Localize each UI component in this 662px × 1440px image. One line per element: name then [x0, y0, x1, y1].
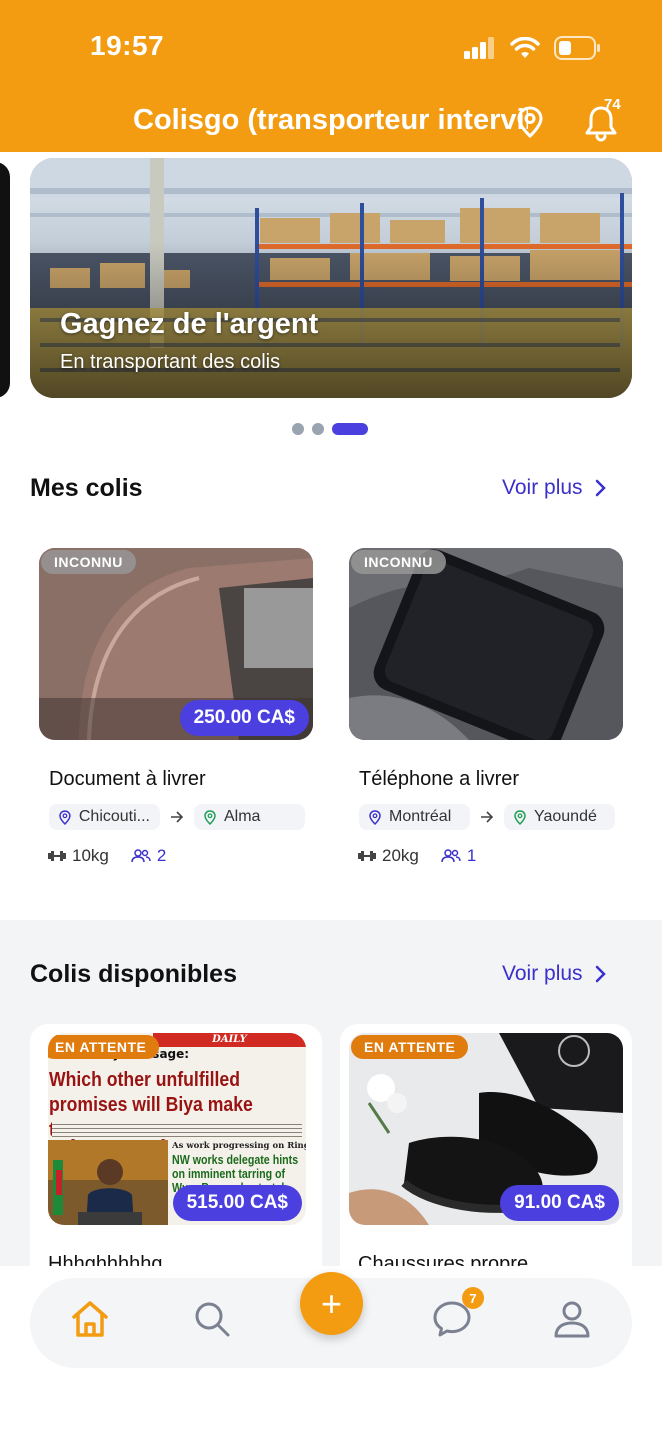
- parcel-card-image[interactable]: INCONNU: [349, 548, 623, 740]
- map-pin-icon: [514, 809, 526, 825]
- nav-search[interactable]: [192, 1299, 232, 1344]
- battery-icon: [554, 36, 600, 60]
- chevron-right-icon: [595, 479, 606, 497]
- map-pin-icon: [369, 809, 381, 825]
- users-icon: [441, 849, 461, 863]
- weight-icon: [358, 851, 376, 861]
- newspaper-side-kicker: As work progressing on Ring Road:: [172, 1141, 306, 1151]
- users-icon: [131, 849, 151, 863]
- add-parcel-button[interactable]: +: [300, 1272, 363, 1335]
- chevron-right-icon: [595, 965, 606, 983]
- parcel-route: Chicouti... Alma: [49, 804, 305, 830]
- search-icon: [195, 1302, 230, 1337]
- available-parcel-image[interactable]: DAILY Youth Day message: Which other unf…: [48, 1033, 306, 1225]
- map-pin-icon: [204, 809, 216, 825]
- parcel-route: Montréal Yaoundé: [359, 804, 615, 830]
- plus-icon: +: [320, 1282, 343, 1324]
- banner-title: Gagnez de l'argent: [60, 308, 319, 340]
- arrow-right-icon: [171, 811, 184, 823]
- price-badge: 91.00 CA$: [500, 1185, 619, 1221]
- travelers-count: 1: [466, 846, 477, 865]
- app-header: 19:57 Colisgo (transporteur interville 7…: [0, 0, 662, 152]
- colis-disponibles-title: Colis disponibles: [30, 960, 237, 988]
- nav-profile[interactable]: [552, 1299, 592, 1344]
- nav-home[interactable]: [70, 1299, 110, 1344]
- parcel-meta: 10kg 2: [48, 846, 166, 866]
- home-icon: [72, 1301, 108, 1337]
- parcel-title[interactable]: Document à livrer: [49, 768, 206, 791]
- weight-icon: [48, 851, 66, 861]
- mes-colis-title: Mes colis: [30, 474, 143, 502]
- status-icons: [464, 36, 600, 60]
- voir-plus-label: Voir plus: [502, 476, 583, 499]
- status-time: 19:57: [90, 30, 165, 61]
- status-badge: INCONNU: [351, 550, 446, 574]
- carousel-dot[interactable]: [312, 423, 324, 435]
- price-badge: 515.00 CA$: [172, 1185, 302, 1221]
- newspaper-masthead: DAILY: [153, 1033, 306, 1047]
- banner-subtitle: En transportant des colis: [60, 351, 281, 373]
- notification-count-badge: 74: [604, 96, 621, 113]
- wifi-icon: [510, 37, 540, 58]
- newspaper-portrait: [48, 1140, 168, 1225]
- app-title: Colisgo (transporteur interville: [133, 104, 528, 136]
- arrow-right-icon: [481, 811, 494, 823]
- newspaper-body: [52, 1121, 302, 1139]
- user-icon: [554, 1301, 590, 1338]
- colis-disponibles-voir-plus[interactable]: Voir plus: [502, 962, 607, 986]
- destination-pill: Alma: [194, 804, 305, 830]
- origin-city: Chicouti...: [78, 808, 150, 825]
- parcel-meta: 20kg 1: [358, 846, 476, 866]
- status-badge: EN ATTENTE: [351, 1035, 469, 1059]
- travelers-count: 2: [156, 846, 167, 865]
- parcel-card-image[interactable]: INCONNU 250.00 CA$: [39, 548, 313, 740]
- map-pin-icon: [59, 809, 71, 825]
- mes-colis-voir-plus[interactable]: Voir plus: [502, 476, 607, 500]
- destination-city: Alma: [224, 808, 261, 825]
- origin-pill: Chicouti...: [49, 804, 160, 830]
- origin-city: Montréal: [389, 808, 452, 825]
- map-pin-icon: [517, 106, 543, 139]
- parcel-photo: [349, 548, 623, 740]
- status-badge: INCONNU: [41, 550, 136, 574]
- signal-icon: [464, 37, 494, 59]
- promo-banner[interactable]: Gagnez de l'argent En transportant des c…: [30, 158, 632, 398]
- previous-slide-peek[interactable]: [0, 162, 10, 398]
- carousel-dot-active[interactable]: [332, 423, 368, 435]
- weight-value: 10kg: [72, 846, 109, 865]
- weight-value: 20kg: [382, 846, 419, 865]
- destination-pill: Yaoundé: [504, 804, 615, 830]
- price-badge: 250.00 CA$: [179, 700, 309, 736]
- destination-city: Yaoundé: [534, 808, 597, 825]
- available-parcel-image[interactable]: EN ATTENTE 91.00 CA$: [349, 1033, 623, 1225]
- parcel-title[interactable]: Téléphone a livrer: [359, 768, 519, 791]
- status-badge: EN ATTENTE: [48, 1035, 160, 1059]
- voir-plus-label: Voir plus: [502, 962, 583, 985]
- carousel-dot[interactable]: [292, 423, 304, 435]
- carousel-indicator: [292, 423, 368, 435]
- messages-count-badge: 7: [462, 1287, 484, 1309]
- origin-pill: Montréal: [359, 804, 470, 830]
- location-button[interactable]: [516, 106, 544, 143]
